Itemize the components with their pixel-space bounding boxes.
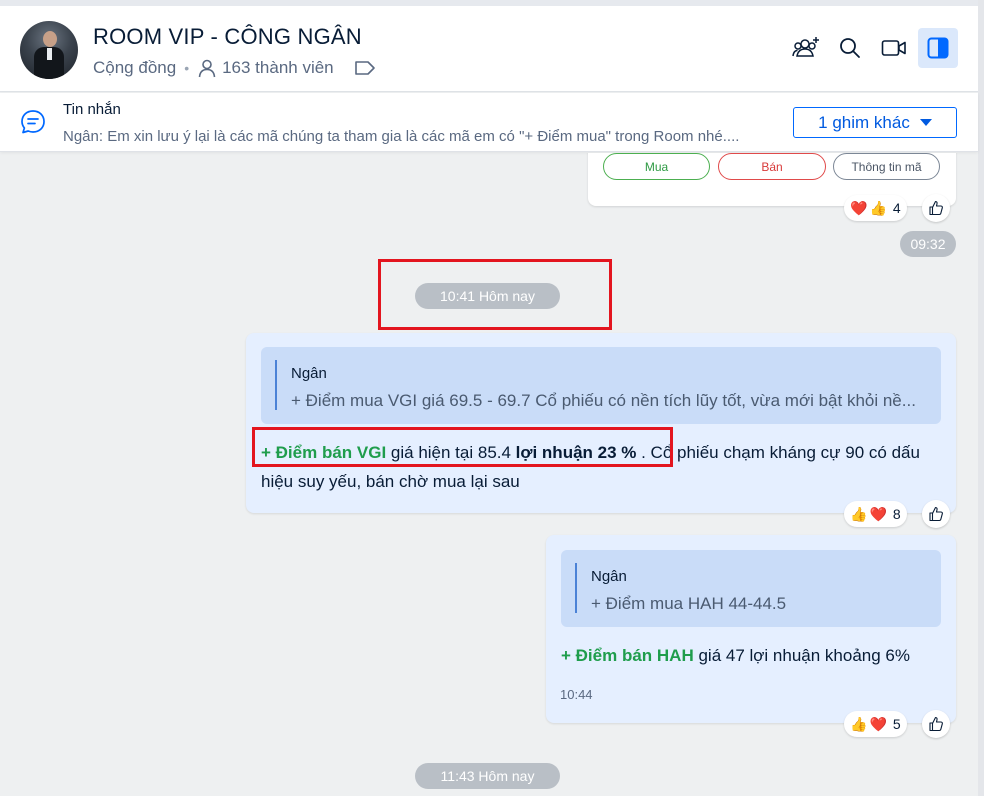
member-count[interactable]: 163 thành viên	[222, 58, 334, 78]
heart-icon: ❤️	[850, 199, 868, 216]
group-title[interactable]: ROOM VIP - CÔNG NGÂN	[93, 24, 362, 50]
separator-dot: •	[184, 60, 190, 76]
message-text: + Điểm bán HAH giá 47 lợi nhuận khoảng 6…	[561, 641, 951, 670]
date-divider: 11:43 Hôm nay	[415, 763, 560, 789]
thumbs-up-icon: 👍	[869, 199, 887, 216]
message-bubble[interactable]: Ngân + Điểm mua HAH 44-44.5 + Điểm bán H…	[546, 535, 956, 723]
chat-header: ROOM VIP - CÔNG NGÂN Cộng đồng • 163 thà…	[0, 6, 978, 92]
quote-author: Ngân	[291, 365, 327, 382]
video-call-icon[interactable]	[874, 28, 914, 68]
tag-icon[interactable]	[354, 60, 381, 76]
heart-icon: ❤️	[869, 715, 887, 732]
scrollbar-track[interactable]	[978, 0, 984, 796]
like-button[interactable]	[922, 194, 950, 222]
sell-button[interactable]: Bán	[718, 153, 826, 180]
stock-info-button[interactable]: Thông tin mã	[833, 153, 940, 180]
time-chip: 09:32	[900, 231, 956, 257]
reaction-summary[interactable]: 👍 ❤️ 5	[844, 711, 907, 737]
thumbs-up-icon: 👍	[850, 715, 868, 732]
pinned-label: Tin nhắn	[63, 101, 121, 118]
message-time: 10:44	[560, 687, 593, 702]
message-bubble[interactable]: Ngân + Điểm mua VGI giá 69.5 - 69.7 Cổ p…	[246, 333, 956, 513]
message-icon	[20, 109, 46, 140]
buy-button[interactable]: Mua	[603, 153, 710, 180]
thumbs-up-icon: 👍	[850, 505, 868, 522]
more-pins-label: 1 ghim khác	[818, 112, 910, 132]
more-pins-button[interactable]: 1 ghim khác	[793, 107, 957, 138]
quoted-message[interactable]: Ngân + Điểm mua HAH 44-44.5	[561, 550, 941, 627]
sell-point-label: + Điểm bán HAH	[561, 646, 694, 665]
quoted-message[interactable]: Ngân + Điểm mua VGI giá 69.5 - 69.7 Cổ p…	[261, 347, 941, 424]
highlight-box	[252, 427, 673, 467]
quote-author: Ngân	[591, 568, 627, 585]
group-subline: Cộng đồng • 163 thành viên	[93, 58, 381, 78]
members-icon	[197, 58, 222, 78]
pinned-message-bar[interactable]: Tin nhắn Ngân: Em xin lưu ý lại là các m…	[0, 93, 978, 152]
reaction-count: 5	[892, 716, 901, 732]
reaction-summary[interactable]: 👍 ❤️ 8	[844, 501, 907, 527]
like-button[interactable]	[922, 710, 950, 738]
heart-icon: ❤️	[869, 505, 887, 522]
add-member-icon[interactable]	[786, 28, 826, 68]
reaction-count: 4	[892, 200, 901, 216]
rest-text: giá 47 lợi nhuận khoảng 6%	[693, 646, 910, 665]
chat-area[interactable]: Mua Bán Thông tin mã ❤️ 👍 4 09:32 10:41 H…	[0, 153, 978, 796]
pinned-text[interactable]: Ngân: Em xin lưu ý lại là các mã chúng t…	[63, 128, 739, 145]
caret-down-icon	[919, 119, 932, 126]
quote-text: + Điểm mua VGI giá 69.5 - 69.7 Cổ phiếu …	[291, 391, 916, 410]
search-icon[interactable]	[830, 28, 870, 68]
quote-text: + Điểm mua HAH 44-44.5	[591, 594, 787, 613]
toggle-sidebar-icon[interactable]	[918, 28, 958, 68]
reaction-summary[interactable]: ❤️ 👍 4	[844, 195, 907, 221]
group-avatar[interactable]	[20, 21, 78, 79]
like-button[interactable]	[922, 500, 950, 528]
group-type: Cộng đồng	[93, 58, 177, 77]
header-actions	[786, 28, 958, 68]
reaction-count: 8	[892, 506, 901, 522]
date-divider: 10:41 Hôm nay	[415, 283, 560, 309]
